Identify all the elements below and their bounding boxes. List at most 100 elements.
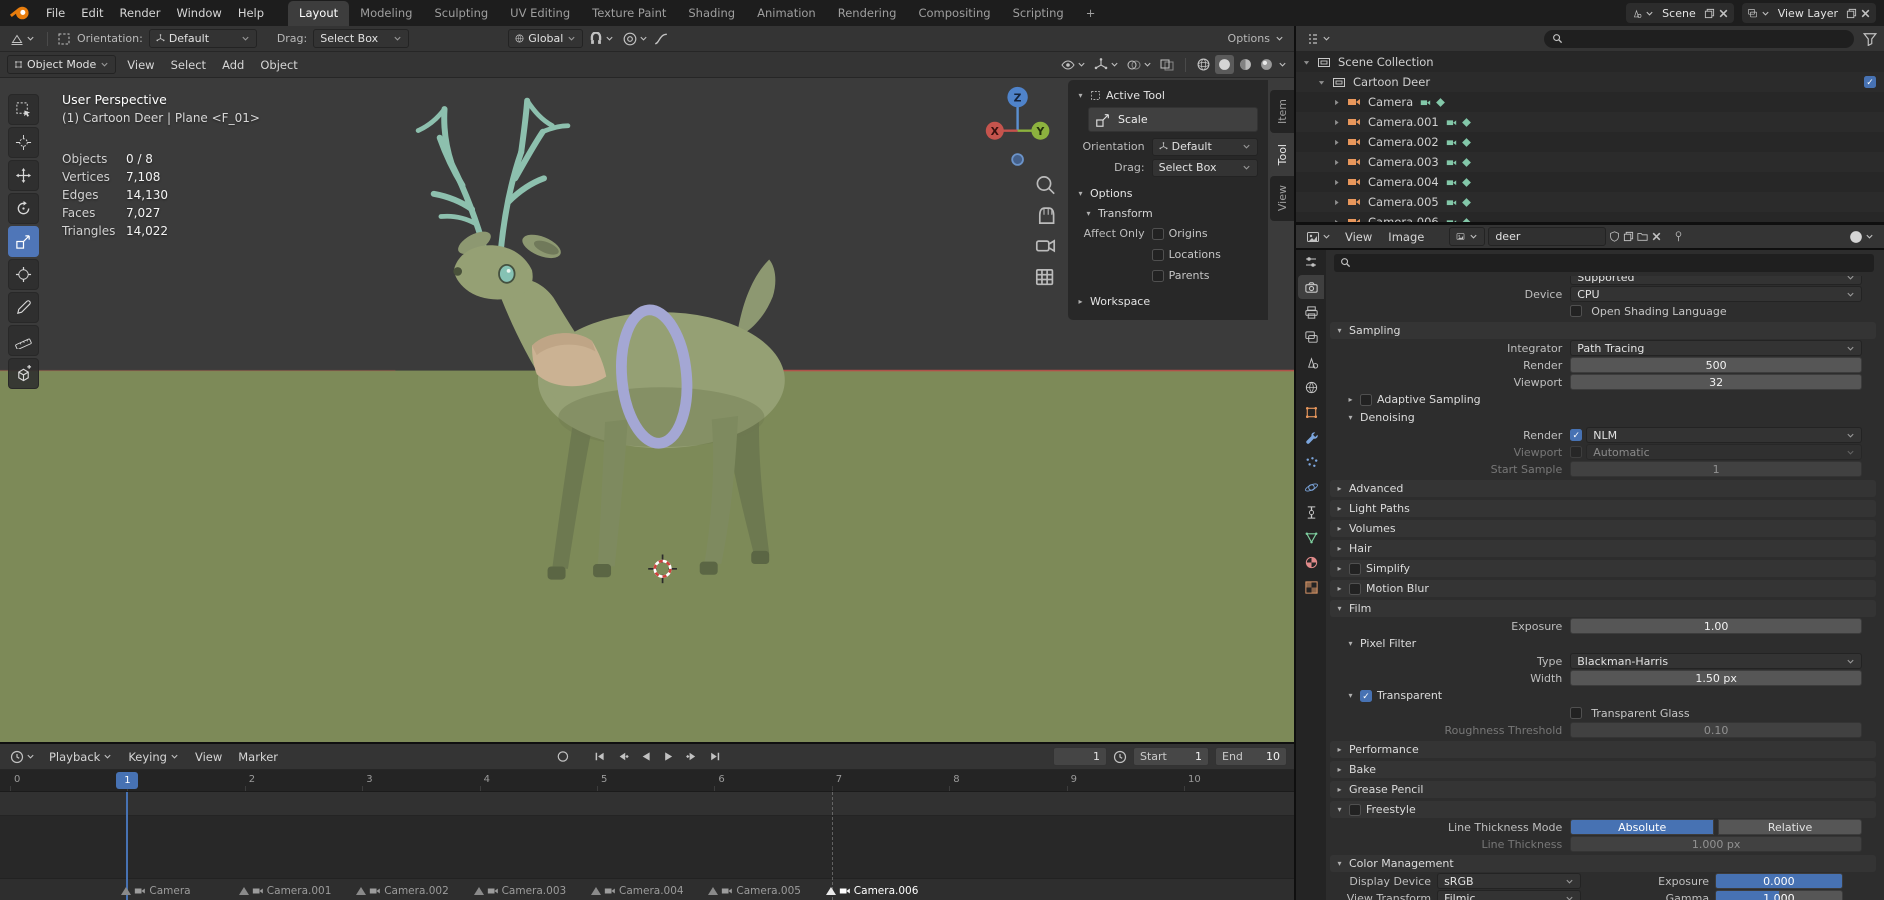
properties-tab-material[interactable] <box>1298 550 1324 574</box>
timeline-tracks[interactable] <box>0 792 1294 878</box>
properties-tab-physics[interactable] <box>1298 475 1324 499</box>
jump-to-start-button[interactable] <box>589 748 609 766</box>
current-frame-indicator[interactable]: 1 <box>116 772 139 789</box>
workspace-tab-uv-editing[interactable]: UV Editing <box>499 1 581 26</box>
properties-tab-scene[interactable] <box>1298 350 1324 374</box>
checkbox-viewport[interactable] <box>1570 446 1583 458</box>
current-frame-field[interactable]: 1 <box>1053 747 1107 766</box>
orientation-dropdown[interactable]: Default <box>148 29 257 48</box>
dropdown-viewport[interactable]: Automatic <box>1586 444 1862 460</box>
pin-icon[interactable] <box>1673 231 1684 242</box>
delete-scene-icon[interactable] <box>1718 8 1729 19</box>
marker-camera-001[interactable]: Camera.001 <box>238 885 331 897</box>
tool-select-box-button[interactable] <box>8 94 39 125</box>
sidebar-tab-view[interactable]: View <box>1270 176 1294 221</box>
marker-camera[interactable]: Camera <box>121 885 191 897</box>
properties-tab-view-layer[interactable] <box>1298 325 1324 349</box>
dropdown-type[interactable]: Blackman-Harris <box>1570 653 1862 669</box>
play-button[interactable] <box>658 748 678 766</box>
previous-keyframe-button[interactable] <box>612 748 632 766</box>
section-freestyle[interactable]: ▾ Freestyle <box>1330 801 1876 818</box>
editor-type-selector[interactable] <box>1303 30 1334 48</box>
expand-arrow-icon[interactable] <box>1330 176 1343 189</box>
start-frame-field[interactable]: Start 1 <box>1133 747 1209 766</box>
sidebar-tab-tool[interactable]: Tool <box>1270 135 1294 175</box>
scene-selector[interactable]: Scene <box>1626 3 1734 23</box>
slider-exposure[interactable]: 0.000 <box>1715 873 1843 889</box>
dropdown-feature-set[interactable]: Supported <box>1570 276 1862 285</box>
dropdown-display-device[interactable]: sRGB <box>1437 873 1581 889</box>
outliner-row-camera-001[interactable]: Camera.001 <box>1296 112 1884 132</box>
use-preview-range-icon[interactable] <box>1113 750 1127 764</box>
section-active-tool[interactable]: ▾ Active Tool <box>1068 84 1268 106</box>
section-checkbox-adaptive-sampling[interactable] <box>1360 393 1372 406</box>
expand-arrow-icon[interactable] <box>1330 196 1343 209</box>
properties-tab-modifiers[interactable] <box>1298 425 1324 449</box>
workspace-tab-scripting[interactable]: Scripting <box>1002 1 1075 26</box>
shading-rendered-button[interactable] <box>1257 55 1276 74</box>
field-exposure[interactable]: 1.00 <box>1570 618 1862 634</box>
section-sampling[interactable]: ▾ Sampling <box>1330 322 1876 339</box>
properties-tab-output[interactable] <box>1298 300 1324 324</box>
gizmos-dropdown[interactable] <box>1091 56 1122 74</box>
marker-camera-005[interactable]: Camera.005 <box>708 885 801 897</box>
visibility-dropdown[interactable] <box>1058 56 1089 74</box>
editor-type-selector[interactable] <box>1301 253 1321 271</box>
viewport-3d[interactable]: User Perspective (1) Cartoon Deer | Plan… <box>0 78 1294 742</box>
tool-cursor-button[interactable] <box>8 127 39 158</box>
section-color-management[interactable]: ▾ Color Management <box>1330 855 1876 872</box>
dropdown-integrator[interactable]: Path Tracing <box>1570 340 1862 356</box>
section-denoising[interactable]: ▾ Denoising <box>1341 409 1876 426</box>
properties-tab-particles[interactable] <box>1298 450 1324 474</box>
timeline-menu-marker[interactable]: Marker <box>230 748 286 766</box>
outliner-row-camera-006[interactable]: Camera.006 <box>1296 212 1884 222</box>
workspace-tab-shading[interactable]: Shading <box>677 1 746 26</box>
section-options[interactable]: ▾ Options <box>1068 182 1268 204</box>
open-image-icon[interactable] <box>1637 231 1648 242</box>
tool-move-button[interactable] <box>8 160 39 191</box>
timeline-menu-view[interactable]: View <box>187 748 230 766</box>
checkbox-origins[interactable] <box>1151 227 1164 240</box>
section-motion-blur[interactable]: ▸ Motion Blur <box>1330 580 1876 597</box>
collapse-arrow-icon[interactable] <box>1315 76 1328 89</box>
mode-selector[interactable]: Object Mode <box>7 55 117 74</box>
outliner-row-scene-collection[interactable]: Scene Collection <box>1296 52 1884 72</box>
search-input[interactable] <box>1568 32 1846 45</box>
play-reverse-button[interactable] <box>635 748 655 766</box>
properties-tab-texture[interactable] <box>1298 575 1324 599</box>
workspace-tab-texture-paint[interactable]: Texture Paint <box>581 1 677 26</box>
filter-icon[interactable] <box>1863 32 1877 46</box>
properties-tab-object[interactable] <box>1298 400 1324 424</box>
collapse-arrow-icon[interactable] <box>1300 56 1313 69</box>
workspace-tab-animation[interactable]: Animation <box>746 1 827 26</box>
delete-view-layer-icon[interactable] <box>1860 8 1871 19</box>
sidebar-tab-item[interactable]: Item <box>1270 90 1294 134</box>
checkbox-open-shading-language[interactable] <box>1570 305 1583 317</box>
image-menu-view[interactable]: View <box>1337 228 1380 246</box>
field-start-sample[interactable]: 1 <box>1570 461 1862 477</box>
timeline-ruler[interactable]: 0123456789101 <box>0 770 1294 792</box>
field-width[interactable]: 1.50 px <box>1570 670 1862 686</box>
marker-camera-002[interactable]: Camera.002 <box>356 885 449 897</box>
segment-relative[interactable]: Relative <box>1718 819 1863 835</box>
new-image-icon[interactable] <box>1623 231 1634 242</box>
section-transparent[interactable]: ▾ Transparent <box>1341 687 1876 704</box>
section-volumes[interactable]: ▸ Volumes <box>1330 520 1876 537</box>
shading-material-button[interactable] <box>1236 55 1255 74</box>
outliner-row-camera-005[interactable]: Camera.005 <box>1296 192 1884 212</box>
properties-tab-constraints[interactable] <box>1298 500 1324 524</box>
shading-solid-button[interactable] <box>1215 55 1234 74</box>
timeline-markers-row[interactable]: Camera Camera.001 Camera.002 Camera.003 Came… <box>0 878 1294 900</box>
section-adaptive-sampling[interactable]: ▸ Adaptive Sampling <box>1341 391 1876 408</box>
topbar-menu-edit[interactable]: Edit <box>73 4 111 22</box>
outliner-row-camera-002[interactable]: Camera.002 <box>1296 132 1884 152</box>
active-tool-button[interactable]: Scale <box>1088 107 1258 132</box>
section-film[interactable]: ▾ Film <box>1330 600 1876 617</box>
section-advanced[interactable]: ▸ Advanced <box>1330 480 1876 497</box>
expand-arrow-icon[interactable] <box>1330 116 1343 129</box>
display-channels-dropdown[interactable] <box>1846 228 1877 246</box>
shading-wireframe-button[interactable] <box>1194 55 1213 74</box>
unlink-image-icon[interactable] <box>1651 231 1662 242</box>
outliner-search[interactable] <box>1544 29 1854 48</box>
field-roughness-threshold[interactable]: 0.10 <box>1570 722 1862 738</box>
